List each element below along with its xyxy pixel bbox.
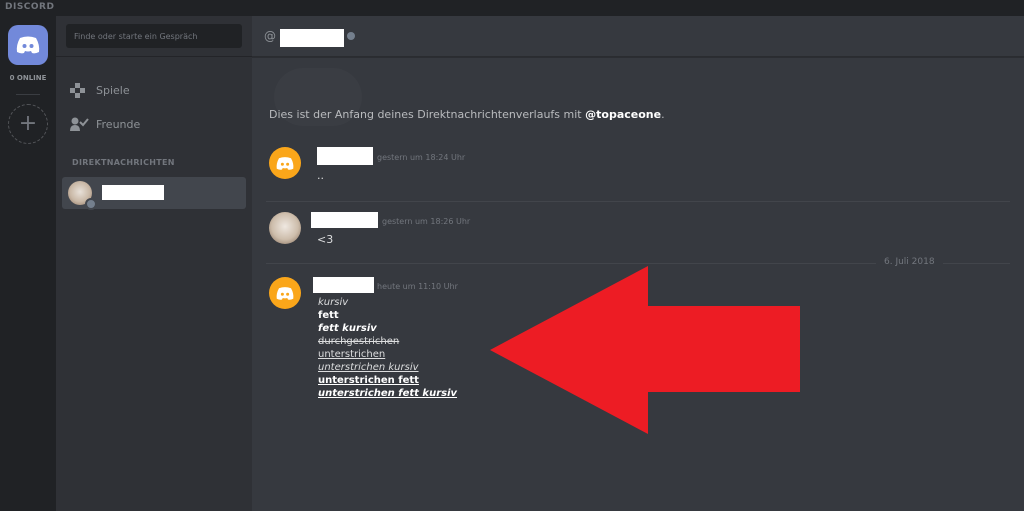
message-text: ..	[317, 169, 324, 182]
redacted-username	[102, 185, 164, 200]
guild-separator	[16, 94, 40, 95]
message-line-underline-italic: unterstrichen kursiv	[318, 362, 419, 373]
annotation-arrow-icon	[490, 266, 800, 434]
nav-item-friends[interactable]: Freunde	[62, 110, 246, 138]
intro-text: Dies ist der Anfang deines Direktnachric…	[269, 108, 586, 121]
nav-item-label: Spiele	[96, 83, 130, 97]
nav-item-label: Freunde	[96, 117, 141, 131]
home-button[interactable]	[8, 25, 48, 65]
redacted-header-username	[280, 29, 344, 47]
message-line-underline-bold-italic: unterstrichen fett kursiv	[318, 388, 458, 399]
at-symbol: @	[264, 29, 276, 43]
message-timestamp: heute um 11:10 Uhr	[377, 282, 458, 291]
redacted-author	[317, 147, 373, 165]
search-input[interactable]	[66, 24, 242, 48]
conversation-intro: Dies ist der Anfang deines Direktnachric…	[269, 108, 665, 121]
message-avatar[interactable]	[269, 212, 301, 244]
online-count: 0 ONLINE	[9, 74, 47, 82]
message-text: <3	[317, 233, 334, 246]
message-avatar[interactable]	[269, 277, 301, 309]
message-line-underline: unterstrichen	[318, 349, 386, 360]
intro-suffix: .	[661, 108, 665, 121]
message-avatar[interactable]	[269, 147, 301, 179]
app-brand: DISCORD	[5, 2, 55, 12]
guild-sidebar: 0 ONLINE +	[0, 16, 56, 511]
discord-logo-icon	[16, 36, 40, 54]
redacted-author	[313, 277, 374, 293]
search-bar	[56, 16, 252, 57]
message-line-italic: kursiv	[318, 297, 349, 308]
discord-logo-icon	[276, 286, 294, 300]
plus-icon: +	[18, 111, 38, 136]
add-server-button[interactable]: +	[8, 104, 48, 144]
chat-header: @	[252, 16, 1024, 57]
intro-username: @topaceone	[585, 108, 662, 121]
title-bar: DISCORD	[0, 0, 1024, 16]
message-line-bold: fett	[318, 310, 339, 321]
message-timestamp: gestern um 18:26 Uhr	[382, 217, 471, 226]
discord-logo-icon	[276, 156, 294, 170]
direct-messages-heading: DIREKTNACHRICHTEN	[72, 158, 175, 167]
date-divider-label: 6. Juli 2018	[876, 257, 943, 267]
status-indicator	[85, 198, 97, 210]
friends-icon	[62, 116, 96, 132]
nav-item-games[interactable]: Spiele	[62, 76, 246, 104]
dm-sidebar: Spiele Freunde DIREKTNACHRICHTEN	[56, 16, 252, 511]
message-divider	[266, 201, 1010, 202]
message-line-underline-bold: unterstrichen fett	[318, 375, 419, 386]
chat-area: @ Dies ist der Anfang deines Direktnachr…	[252, 16, 1024, 511]
redacted-author	[311, 212, 378, 228]
gamepad-icon	[62, 82, 96, 98]
message-line-bold-italic: fett kursiv	[318, 323, 377, 334]
status-indicator	[347, 32, 355, 40]
dm-list-item[interactable]	[62, 177, 246, 210]
message-line-strikethrough: durchgestrichen	[318, 336, 400, 347]
message-timestamp: gestern um 18:24 Uhr	[377, 153, 466, 162]
